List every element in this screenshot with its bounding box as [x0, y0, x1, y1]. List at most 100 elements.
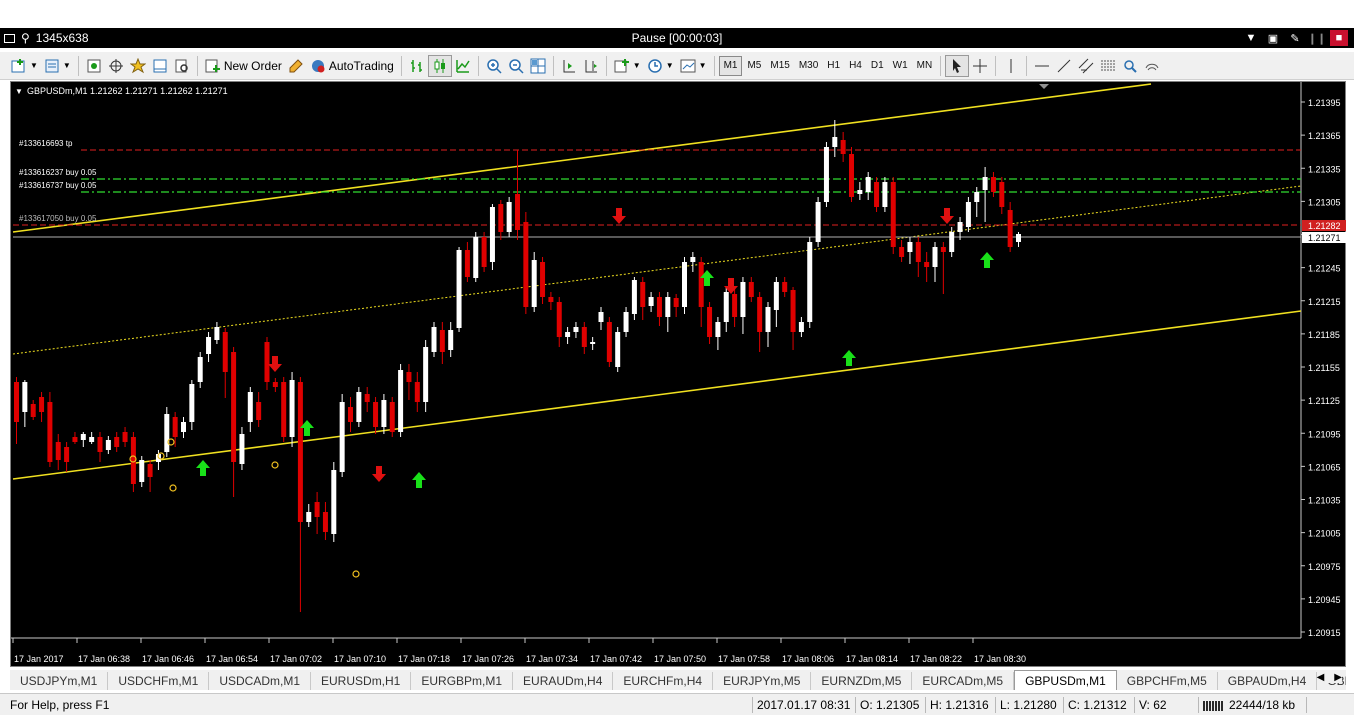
candle-bull [1016, 234, 1021, 242]
autotrading-button[interactable]: AutoTrading [307, 55, 397, 77]
pause-icon[interactable]: ❙❙ [1308, 30, 1326, 46]
timeframe-mn[interactable]: MN [913, 56, 937, 76]
candle-bull [565, 332, 571, 337]
candle-bear [72, 437, 78, 442]
candle-bull [832, 137, 838, 147]
candle-bear [281, 382, 287, 437]
new-order-icon [205, 58, 221, 74]
candle-bull [331, 470, 337, 534]
tab-scroll-right-icon[interactable]: ▶ [1334, 672, 1342, 683]
chart-tab[interactable]: EURGBPm,M1 [411, 672, 514, 690]
search-icon[interactable]: ⚲ [21, 31, 30, 45]
candle-bear [940, 247, 946, 252]
equidistant-channel-button[interactable] [1075, 55, 1097, 77]
terminal-button[interactable] [149, 55, 171, 77]
chart-tab[interactable]: GBPCHFm,M5 [1117, 672, 1218, 690]
candle-bull [907, 242, 913, 252]
timeframe-m1[interactable]: M1 [718, 55, 743, 76]
sell-arrow-icon [612, 208, 626, 224]
chart-tabs: USDJPYm,M1 USDCHFm,M1 USDCADm,M1 EURUSDm,H1… [10, 670, 1346, 690]
tab-scroll-left-icon[interactable]: ◀ [1317, 672, 1325, 683]
order-label: #133616737 buy 0.05 [19, 181, 97, 190]
chart-shift-button[interactable] [580, 55, 602, 77]
strategy-tester-button[interactable] [171, 55, 193, 77]
chart-tab[interactable]: USDCADm,M1 [209, 672, 312, 690]
timeframe-h1[interactable]: H1 [823, 56, 844, 76]
toolbar-separator [1026, 55, 1028, 76]
price-tick-label: 1.21215 [1308, 297, 1341, 307]
candle-bear [698, 262, 704, 307]
tile-windows-button[interactable] [527, 55, 549, 77]
templates-button[interactable]: ▼ [677, 55, 710, 77]
restore-icon[interactable] [4, 33, 15, 43]
market-watch-button[interactable] [83, 55, 105, 77]
timeframe-d1[interactable]: D1 [867, 56, 888, 76]
tab-scroll-arrows[interactable]: ◀ ▶ [1316, 672, 1342, 683]
horizontal-line-icon [1034, 58, 1050, 74]
chart-tab[interactable]: EURCHFm,H4 [613, 672, 714, 690]
timeframe-h4[interactable]: H4 [845, 56, 866, 76]
metaeditor-button[interactable] [285, 55, 307, 77]
channel-mid-line [12, 185, 1302, 355]
cursor-icon [949, 58, 965, 74]
data-window-button[interactable] [105, 55, 127, 77]
crosshair-button[interactable] [969, 55, 991, 77]
buy-arrow-icon [412, 472, 426, 488]
zoom-out-button[interactable] [505, 55, 527, 77]
chart-tab[interactable]: USDCHFm,M1 [108, 672, 210, 690]
dropdown-icon[interactable]: ▼ [1242, 30, 1260, 46]
time-tick-label: 17 Jan 07:42 [590, 654, 642, 664]
timeframe-m30[interactable]: M30 [795, 56, 822, 76]
cursor-button[interactable] [945, 54, 970, 77]
chart-tab[interactable]: GBPAUDm,H4 [1218, 672, 1318, 690]
chart-tab[interactable]: GBPUSDm,M1 [1014, 670, 1117, 690]
terminal-icon [152, 58, 168, 74]
candle-bull [139, 460, 145, 482]
candlestick-button[interactable] [427, 54, 452, 77]
candle-bull [456, 250, 462, 328]
chevron-down-icon: ▼ [698, 61, 707, 70]
horizontal-line-button[interactable] [1031, 55, 1053, 77]
chart-tab[interactable]: EURNZDm,M5 [811, 672, 913, 690]
pen-icon[interactable]: ✎ [1286, 30, 1304, 46]
candle-bear [782, 282, 788, 292]
periods-button[interactable]: ▼ [644, 55, 677, 77]
indicators-button[interactable]: ▼ [611, 55, 644, 77]
stop-icon[interactable]: ■ [1330, 30, 1348, 46]
trendline-button[interactable] [1053, 55, 1075, 77]
camera-icon[interactable]: ▣ [1264, 30, 1282, 46]
status-open: O: 1.21305 [855, 697, 919, 713]
autoscroll-button[interactable] [558, 55, 580, 77]
candle-bear [498, 204, 504, 232]
chart-tab[interactable]: EURUSDm,H1 [311, 672, 412, 690]
window-title: Pause [00:00:03] [631, 31, 723, 45]
timeframe-m15[interactable]: M15 [766, 56, 793, 76]
timeframe-w1[interactable]: W1 [889, 56, 912, 76]
bar-chart-button[interactable] [406, 55, 428, 77]
channel-upper-line [12, 83, 1152, 233]
vertical-line-button[interactable] [1000, 55, 1022, 77]
new-order-button[interactable]: New Order [202, 55, 285, 77]
profiles-button[interactable]: ▼ [41, 55, 74, 77]
chart-tab[interactable]: EURCADm,M5 [912, 672, 1015, 690]
candle-bull [648, 297, 654, 306]
zoom-in-button[interactable] [483, 55, 505, 77]
fibonacci-button[interactable] [1097, 55, 1119, 77]
templates-icon [680, 58, 696, 74]
candle-bull [398, 370, 404, 432]
chart-tab[interactable]: EURJPYm,M5 [713, 672, 812, 690]
text-button[interactable] [1119, 55, 1141, 77]
new-chart-button[interactable]: ▼ [8, 55, 41, 77]
candle-bull [949, 232, 955, 252]
price-tick-label: 1.21035 [1308, 496, 1341, 506]
candle-bear [915, 242, 921, 262]
chart-tab[interactable]: EURAUDm,H4 [513, 672, 614, 690]
line-chart-button[interactable] [452, 55, 474, 77]
chart-tab[interactable]: USDJPYm,M1 [10, 672, 109, 690]
timeframe-m5[interactable]: M5 [743, 56, 765, 76]
shift-marker-icon [1039, 84, 1049, 89]
arrows-button[interactable] [1141, 55, 1163, 77]
price-chart[interactable]: 1.213951.213651.213351.213051.212751.212… [10, 81, 1346, 667]
price-tick-label: 1.21125 [1308, 396, 1340, 406]
navigator-button[interactable] [127, 55, 149, 77]
